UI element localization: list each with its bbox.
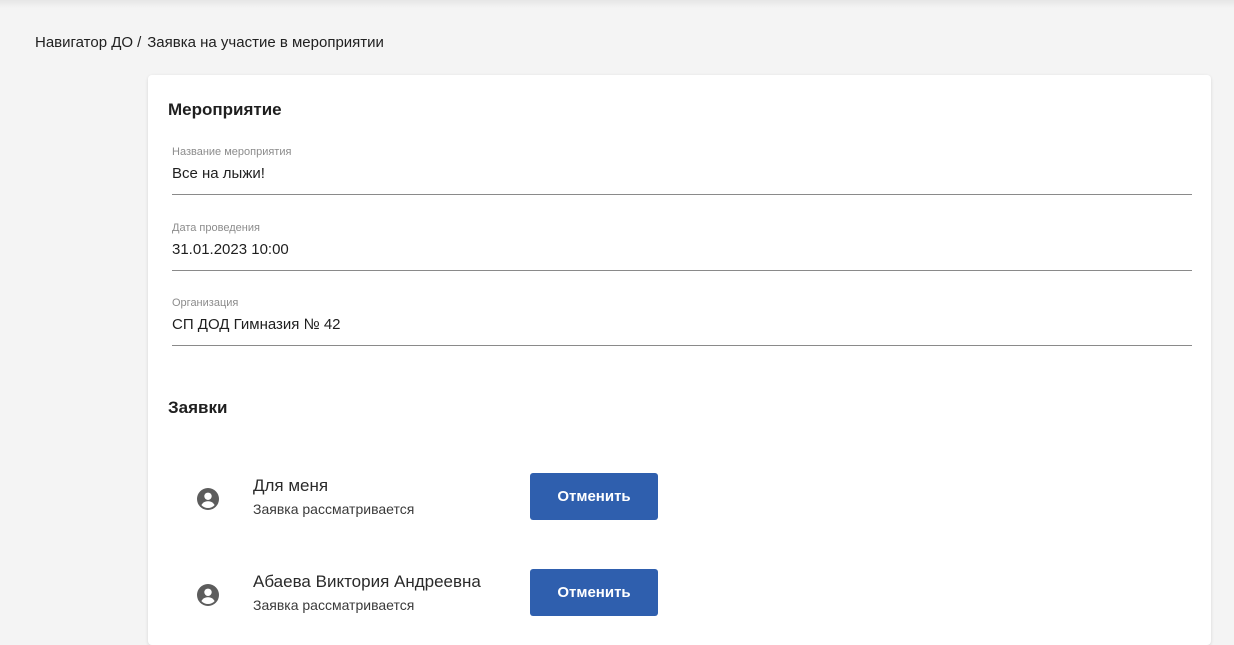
- breadcrumb: Навигатор ДО / Заявка на участие в меропри…: [35, 34, 384, 51]
- top-bar-shadow: [0, 0, 1234, 8]
- event-date-field[interactable]: Дата проведения 31.01.2023 10:00: [172, 222, 1192, 271]
- request-item: Абаева Виктория Андреевна Заявка рассмат…: [148, 569, 1211, 619]
- breadcrumb-root-link[interactable]: Навигатор ДО: [35, 34, 133, 51]
- request-status: Заявка рассматривается: [253, 501, 415, 517]
- request-item: Для меня Заявка рассматривается Отменить: [148, 473, 1211, 523]
- event-name-label: Название мероприятия: [172, 146, 292, 158]
- event-name-field[interactable]: Название мероприятия Все на лыжи!: [172, 146, 1192, 195]
- account-circle-icon: [197, 488, 219, 510]
- breadcrumb-separator: /: [137, 34, 142, 51]
- request-applicant-name: Абаева Виктория Андреевна: [253, 572, 481, 591]
- requests-section-title: Заявки: [168, 398, 228, 417]
- event-section-title: Мероприятие: [168, 100, 282, 119]
- cancel-request-button[interactable]: Отменить: [530, 569, 658, 616]
- event-date-label: Дата проведения: [172, 222, 260, 234]
- organization-value: СП ДОД Гимназия № 42: [172, 316, 341, 333]
- request-applicant-name: Для меня: [253, 476, 329, 495]
- event-name-value: Все на лыжи!: [172, 165, 265, 182]
- account-circle-icon: [197, 584, 219, 606]
- event-request-card: Мероприятие Название мероприятия Все на …: [148, 75, 1211, 645]
- organization-field[interactable]: Организация СП ДОД Гимназия № 42: [172, 297, 1192, 346]
- breadcrumb-current: Заявка на участие в мероприятии: [147, 34, 384, 51]
- organization-label: Организация: [172, 297, 239, 309]
- event-date-value: 31.01.2023 10:00: [172, 241, 289, 258]
- request-status: Заявка рассматривается: [253, 597, 415, 613]
- cancel-request-button[interactable]: Отменить: [530, 473, 658, 520]
